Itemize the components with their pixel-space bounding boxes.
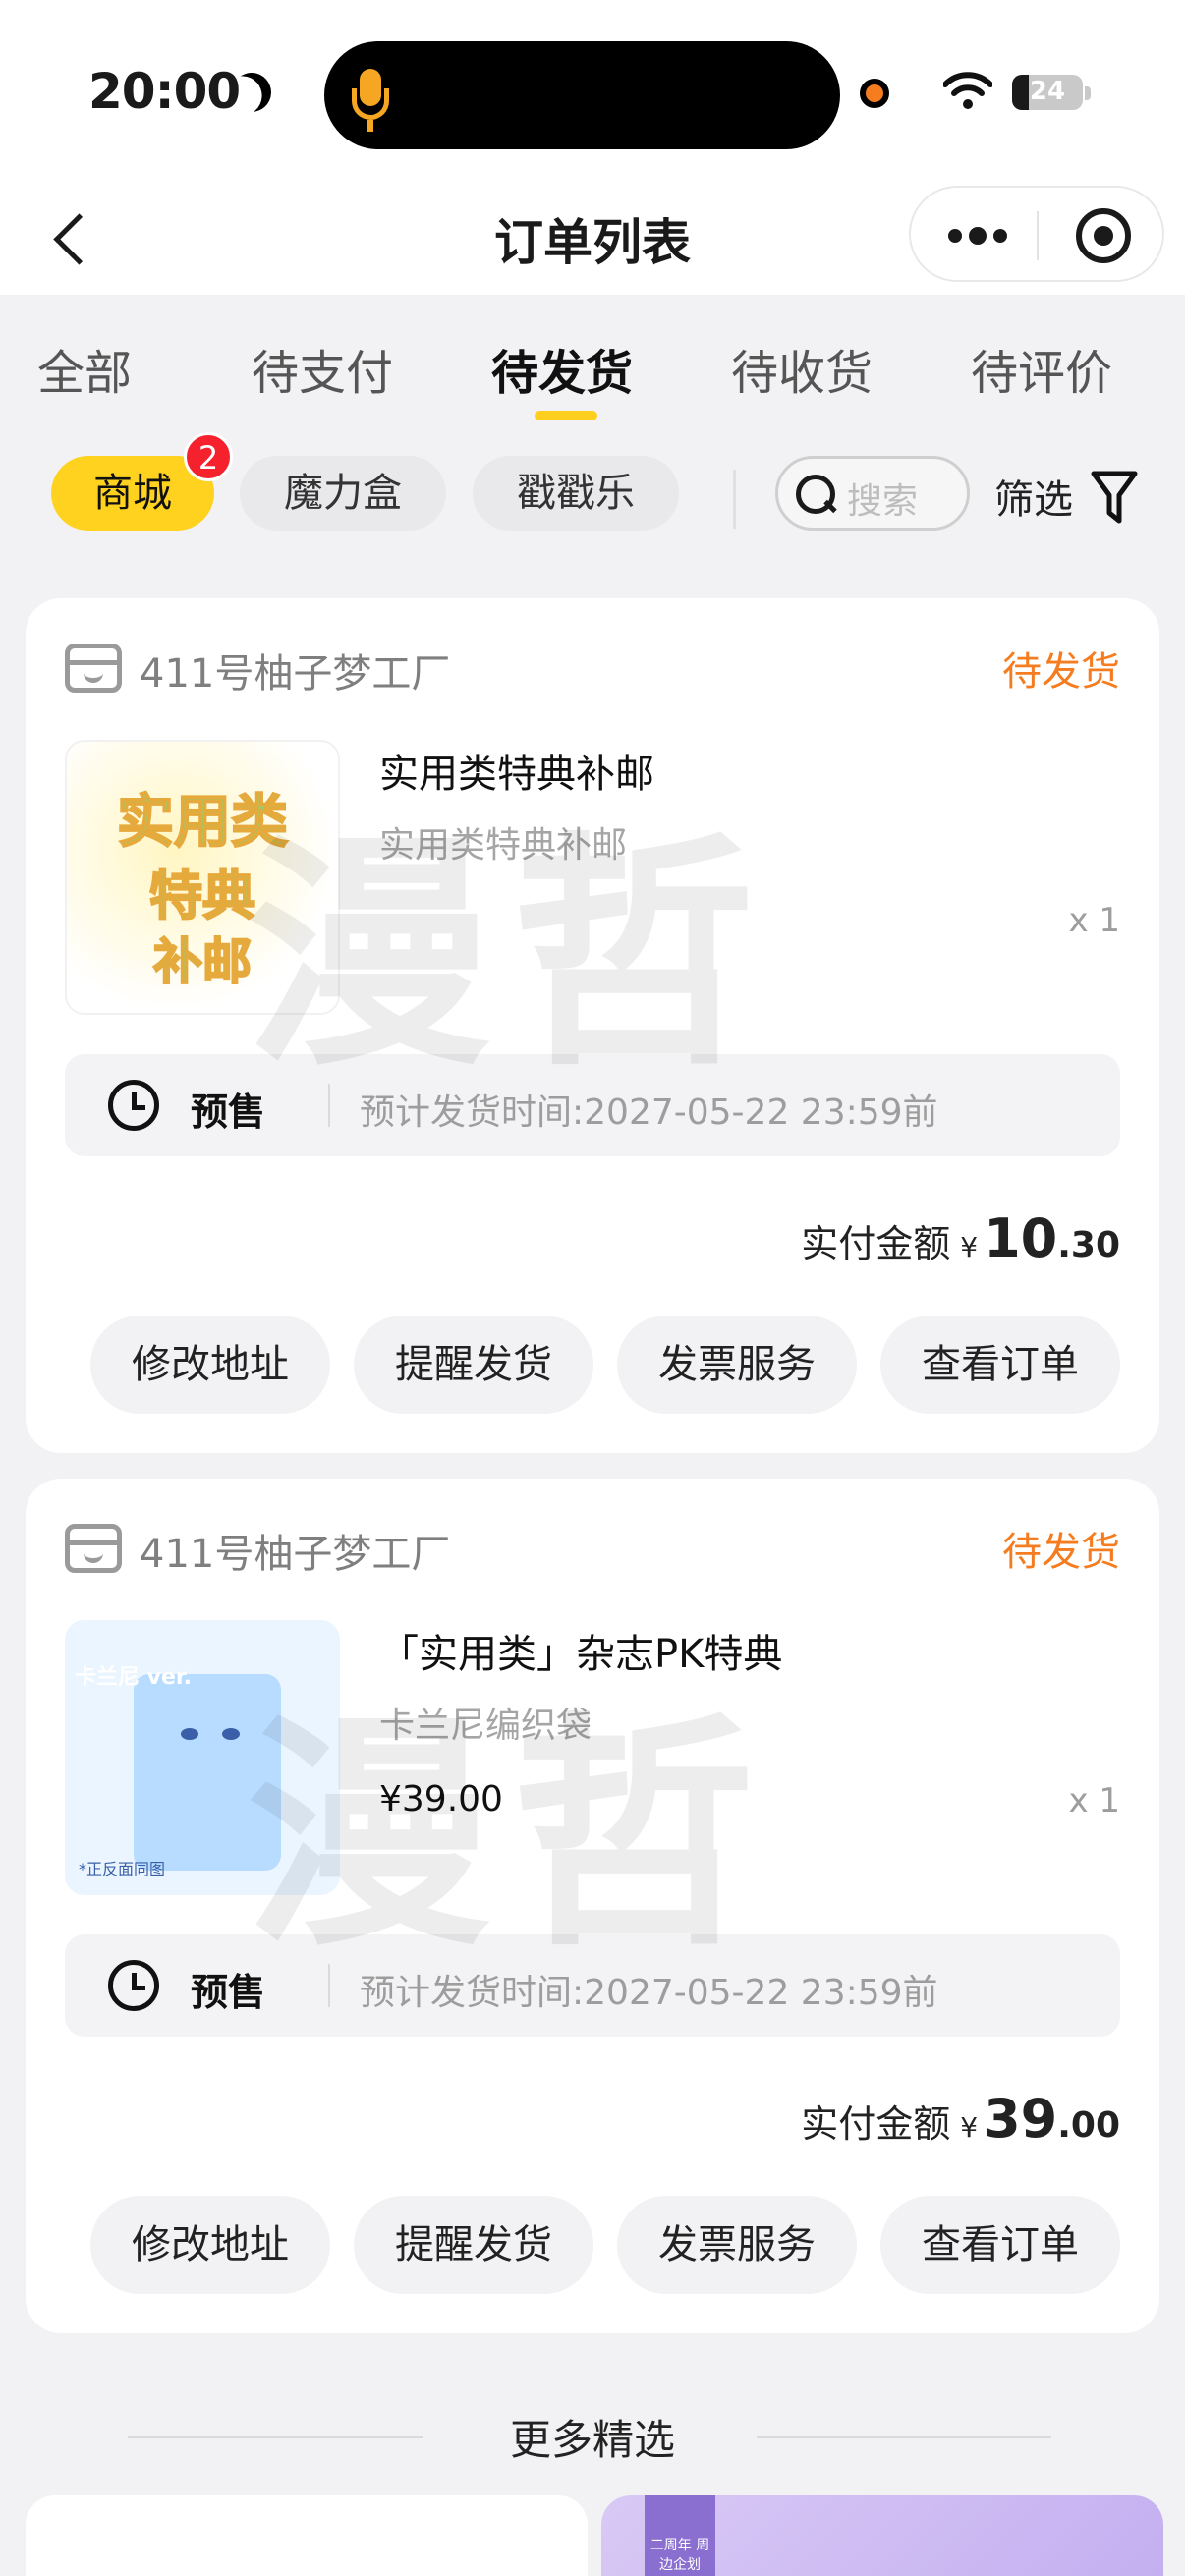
invoice-service-button[interactable]: 发票服务 (617, 1316, 857, 1414)
filter-button[interactable]: 筛选 (994, 468, 1073, 525)
product-quantity: x 1 (1068, 901, 1120, 940)
presale-info: 预售 预计发货时间:2027-05-22 23:59前 (65, 1054, 1120, 1156)
recording-indicator (860, 79, 889, 108)
tote-bag-image (134, 1674, 281, 1871)
mall-badge: 2 (184, 432, 233, 481)
presale-ship-time: 预计发货时间:2027-05-22 23:59前 (360, 1973, 938, 2013)
active-tab-indicator (535, 411, 597, 420)
recommend-card[interactable]: 二周年 周边企划 (601, 2495, 1163, 2576)
recommend-card[interactable] (26, 2495, 588, 2576)
clock-icon (108, 1960, 159, 2011)
battery-icon: 24 (1012, 75, 1083, 110)
search-icon (796, 475, 835, 514)
product-quantity: x 1 (1068, 1781, 1120, 1820)
order-status: 待发货 (1002, 1530, 1120, 1575)
presale-ship-time: 预计发货时间:2027-05-22 23:59前 (360, 1092, 938, 1133)
view-order-button[interactable]: 查看订单 (880, 2196, 1120, 2294)
section-divider (757, 2436, 1051, 2438)
remind-shipment-button[interactable]: 提醒发货 (354, 2196, 593, 2294)
shop-name[interactable]: 411号柚子梦工厂 (140, 1522, 450, 1579)
order-status: 待发货 (1002, 649, 1120, 695)
paid-amount: 实付金额 ¥39.00 (801, 2088, 1120, 2150)
presale-info: 预售 预计发货时间:2027-05-22 23:59前 (65, 1934, 1120, 2037)
product-spec: 实用类特典补邮 (379, 825, 628, 866)
modify-address-button[interactable]: 修改地址 (90, 2196, 330, 2294)
modify-address-button[interactable]: 修改地址 (90, 1316, 330, 1414)
category-chips: 商城 2 魔力盒 戳戳乐 搜索 筛选 (0, 432, 1185, 550)
tab-all[interactable]: 全部 (37, 334, 132, 403)
tab-pending-receipt[interactable]: 待收货 (731, 334, 873, 403)
status-time: 20:00 (88, 63, 241, 120)
shop-icon (65, 1524, 122, 1573)
invoice-service-button[interactable]: 发票服务 (617, 2196, 857, 2294)
wifi-icon (943, 72, 992, 109)
dynamic-island (324, 41, 840, 149)
tab-pending-payment[interactable]: 待支付 (252, 334, 393, 403)
mini-program-capsule (909, 186, 1164, 282)
tab-pending-review[interactable]: 待评价 (971, 334, 1112, 403)
view-order-button[interactable]: 查看订单 (880, 1316, 1120, 1414)
filter-icon[interactable] (1091, 470, 1138, 525)
status-bar: 20:00 24 (0, 0, 1185, 182)
remind-shipment-button[interactable]: 提醒发货 (354, 1316, 593, 1414)
order-tabs: 全部 待支付 待发货 待收货 待评价 (0, 295, 1185, 432)
chip-poke-game[interactable]: 戳戳乐 (473, 456, 679, 531)
paid-amount: 实付金额 ¥10.30 (801, 1207, 1120, 1269)
more-icon[interactable] (948, 227, 1007, 245)
presale-tag: 预售 (191, 1971, 266, 2014)
product-title[interactable]: 实用类特典补邮 (379, 742, 654, 799)
order-card[interactable]: 411号柚子梦工厂 待发货 卡兰尼 ver. *正反面同图 「实用类」杂志PK特… (26, 1479, 1159, 2333)
product-title[interactable]: 「实用类」杂志PK特典 (379, 1622, 782, 1679)
presale-tag: 预售 (191, 1091, 266, 1134)
clock-icon (108, 1080, 159, 1131)
nav-bar: 订单列表 (0, 182, 1185, 295)
chip-magic-box[interactable]: 魔力盒 (240, 456, 446, 531)
tab-pending-shipment[interactable]: 待发货 (491, 334, 633, 403)
product-thumbnail[interactable]: 卡兰尼 ver. *正反面同图 (65, 1620, 340, 1895)
close-mini-program-icon[interactable] (1076, 208, 1131, 263)
product-price: ¥39.00 (379, 1779, 503, 1820)
battery-level: 24 (1029, 77, 1066, 106)
shop-icon (65, 644, 122, 693)
search-placeholder: 搜索 (847, 481, 919, 522)
product-spec: 卡兰尼编织袋 (379, 1706, 592, 1746)
chip-divider (733, 470, 736, 529)
search-input[interactable]: 搜索 (775, 456, 970, 531)
top-area: 20:00 24 订单列表 (0, 0, 1185, 295)
shop-name[interactable]: 411号柚子梦工厂 (140, 642, 450, 699)
product-thumbnail[interactable]: 实用类 特典 补邮 (65, 740, 340, 1015)
order-card[interactable]: 411号柚子梦工厂 待发货 实用类 特典 补邮 实用类特典补邮 实用类特典补邮 … (26, 598, 1159, 1453)
